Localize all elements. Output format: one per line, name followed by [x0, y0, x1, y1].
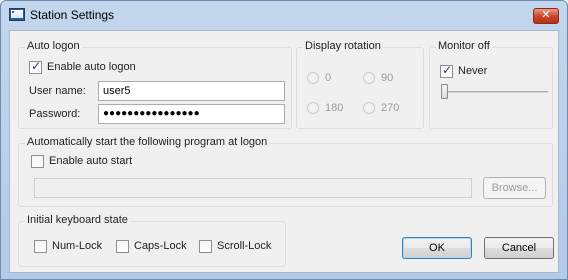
title-bar[interactable]: Station Settings ✕: [1, 1, 567, 29]
num-lock-label[interactable]: Num-Lock: [52, 240, 102, 252]
display-rotation-group-title: Display rotation: [303, 40, 383, 52]
rotation-180-label[interactable]: 180: [325, 102, 343, 114]
close-button[interactable]: ✕: [533, 8, 559, 24]
keyboard-state-group: Initial keyboard state Num-Lock Caps-Loc…: [18, 214, 286, 267]
enable-auto-start-checkbox[interactable]: [31, 155, 44, 168]
settings-window: Station Settings ✕ Auto logon Enable aut…: [0, 0, 568, 280]
username-field[interactable]: user5: [98, 81, 285, 101]
rotation-0-radio[interactable]: [307, 72, 319, 84]
caps-lock-label[interactable]: Caps-Lock: [134, 240, 187, 252]
window-app-icon: [9, 8, 25, 21]
monitor-off-slider-thumb[interactable]: [441, 84, 448, 99]
program-path-field[interactable]: [34, 178, 472, 198]
enable-auto-start-label[interactable]: Enable auto start: [49, 155, 132, 167]
keyboard-state-group-title: Initial keyboard state: [25, 214, 130, 226]
rotation-90-radio[interactable]: [363, 72, 375, 84]
auto-start-group: Automatically start the following progra…: [18, 136, 553, 207]
rotation-180-radio[interactable]: [307, 102, 319, 114]
enable-auto-logon-checkbox[interactable]: [29, 59, 42, 74]
dialog-client-area: Auto logon Enable auto logon User name: …: [9, 30, 559, 273]
browse-button[interactable]: Browse...: [483, 177, 546, 199]
rotation-270-radio[interactable]: [363, 102, 375, 114]
monitor-off-group-title: Monitor off: [436, 40, 492, 52]
scroll-lock-label[interactable]: Scroll-Lock: [217, 240, 271, 252]
username-label: User name:: [29, 85, 86, 97]
rotation-0-label[interactable]: 0: [325, 72, 331, 84]
rotation-90-label[interactable]: 90: [381, 72, 393, 84]
monitor-off-slider-track[interactable]: [444, 91, 548, 93]
caps-lock-checkbox[interactable]: [116, 240, 129, 253]
num-lock-checkbox[interactable]: [34, 240, 47, 253]
password-field[interactable]: ●●●●●●●●●●●●●●●●: [98, 104, 285, 124]
auto-logon-group: Auto logon Enable auto logon User name: …: [18, 40, 292, 129]
auto-start-group-title: Automatically start the following progra…: [25, 136, 270, 148]
display-rotation-group: Display rotation 0 90 180 270: [296, 40, 424, 129]
cancel-button[interactable]: Cancel: [484, 237, 554, 259]
rotation-270-label[interactable]: 270: [381, 102, 399, 114]
window-title: Station Settings: [30, 8, 115, 22]
monitor-never-label[interactable]: Never: [458, 65, 487, 77]
enable-auto-logon-label[interactable]: Enable auto logon: [47, 61, 136, 73]
monitor-off-group: Monitor off Never: [429, 40, 553, 129]
monitor-never-checkbox[interactable]: [440, 63, 453, 78]
password-label: Password:: [29, 108, 81, 120]
auto-logon-group-title: Auto logon: [25, 40, 82, 52]
scroll-lock-checkbox[interactable]: [199, 240, 212, 253]
ok-button[interactable]: OK: [402, 237, 472, 259]
close-icon: ✕: [541, 9, 551, 21]
